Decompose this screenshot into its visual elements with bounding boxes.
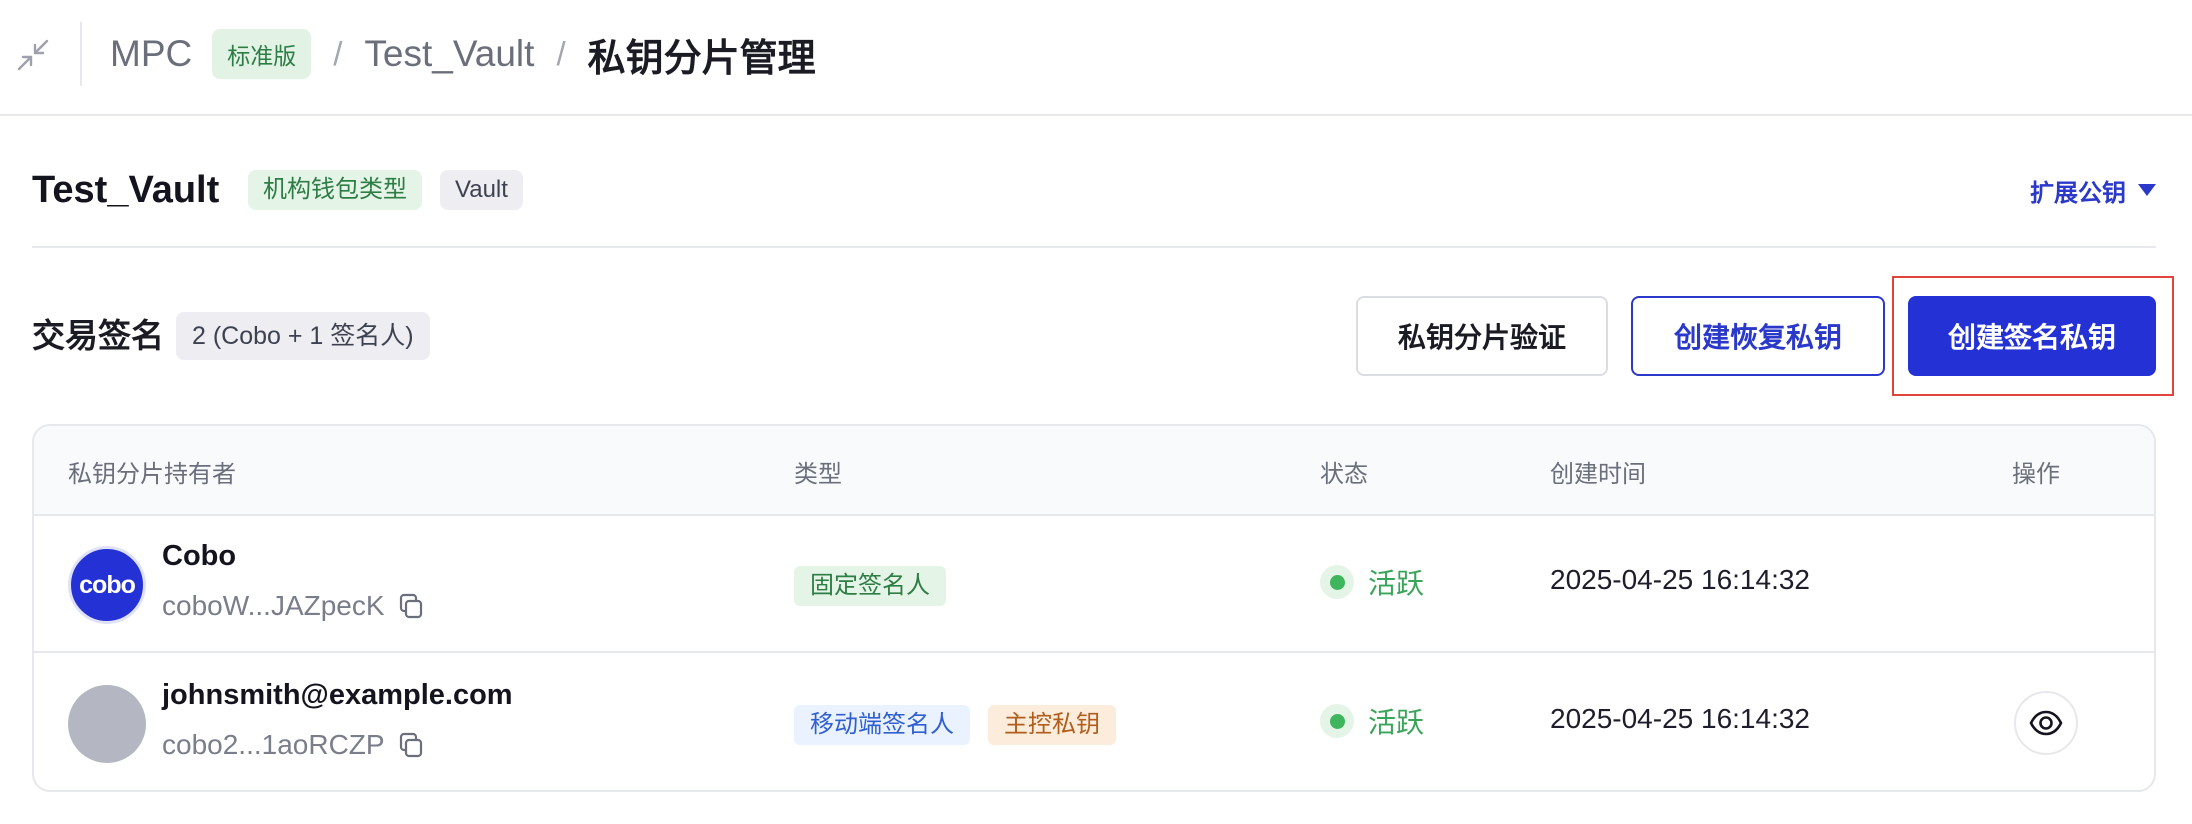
expand-public-key-link[interactable]: 扩展公钥 [2030,172,2156,208]
table-row: cobo Cobo coboW...JAZpecK 固定签名人 活跃 2025-… [34,516,2154,653]
page-title: 私钥分片管理 [587,37,816,80]
collapse-icon[interactable] [10,32,56,78]
type-tag: 固定签名人 [794,566,946,606]
top-bar: MPC 标准版 / Test_Vault / 私钥分片管理 [0,0,2192,116]
vault-title: Test_Vault [32,169,220,211]
verify-key-share-button[interactable]: 私钥分片验证 [1356,296,1608,376]
create-recovery-key-button[interactable]: 创建恢复私钥 [1631,296,1885,376]
table-row: johnsmith@example.com cobo2...1aoRCZP 移动… [34,655,2154,790]
created-time: 2025-04-25 16:14:32 [1550,703,1810,734]
type-tag: 主控私钥 [988,705,1116,745]
edition-badge: 标准版 [212,29,312,79]
expand-public-key-label: 扩展公钥 [2030,179,2126,207]
key-share-table: 私钥分片持有者 类型 状态 创建时间 操作 cobo Cobo coboW...… [32,424,2156,792]
status-text: 活跃 [1368,568,1425,599]
create-signing-key-button[interactable]: 创建签名私钥 [1908,296,2156,376]
section-title: 交易签名 [32,317,164,354]
breadcrumb-separator: / [333,35,343,72]
holder-address-text: cobo2...1aoRCZP [162,729,385,760]
caret-down-icon [2138,184,2156,196]
breadcrumb-vault[interactable]: Test_Vault [364,33,534,75]
holder-address: coboW...JAZpecK [162,590,427,622]
breadcrumb-separator: / [556,35,566,72]
column-header-status: 状态 [1320,461,1368,488]
holder-address-text: coboW...JAZpecK [162,590,385,621]
status-badge: 活跃 [1320,701,1424,741]
status-badge: 活跃 [1320,562,1424,602]
avatar: cobo [68,546,146,624]
status-dot-icon [1320,565,1354,599]
type-tag: 移动端签名人 [794,705,970,745]
table-header: 私钥分片持有者 类型 状态 创建时间 操作 [34,426,2154,516]
section-divider [32,246,2156,248]
topbar-divider [80,22,82,86]
column-header-type: 类型 [794,461,842,488]
copy-icon[interactable] [395,729,427,761]
copy-icon[interactable] [395,590,427,622]
status-text: 活跃 [1368,707,1425,738]
wallet-type-tag: 机构钱包类型 [248,170,422,210]
breadcrumb-root[interactable]: MPC [110,33,192,75]
signer-count-badge: 2 (Cobo + 1 签名人) [176,312,430,360]
holder-address: cobo2...1aoRCZP [162,729,427,761]
vault-tag: Vault [440,170,523,210]
column-header-actions: 操作 [2012,461,2060,488]
avatar [68,685,146,763]
created-time: 2025-04-25 16:14:32 [1550,564,1810,595]
holder-name: johnsmith@example.com [162,679,513,711]
column-header-holder: 私钥分片持有者 [68,461,236,488]
eye-icon [2029,710,2063,736]
column-header-created: 创建时间 [1550,461,1646,488]
holder-name: Cobo [162,540,237,572]
status-dot-icon [1320,704,1354,738]
breadcrumb: MPC 标准版 / Test_Vault / 私钥分片管理 [110,26,816,82]
view-button[interactable] [2014,691,2078,755]
